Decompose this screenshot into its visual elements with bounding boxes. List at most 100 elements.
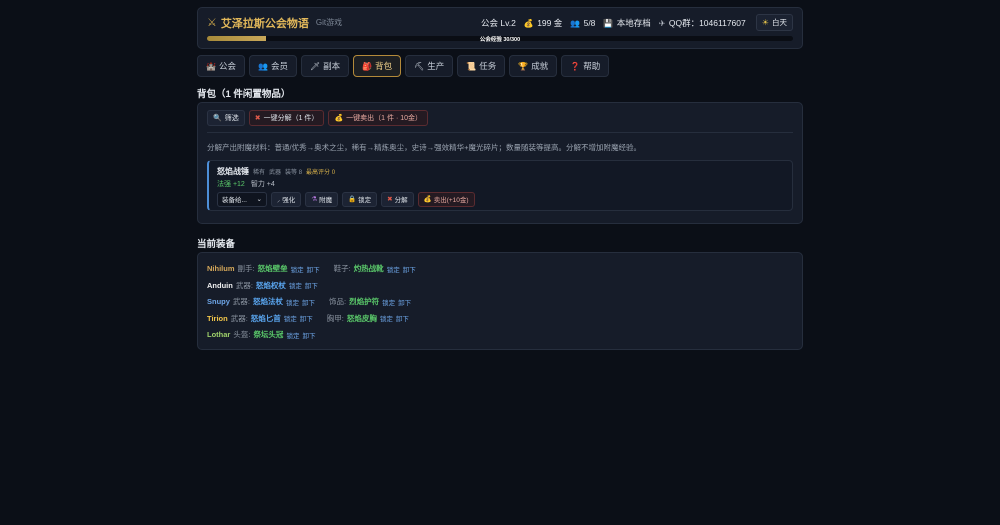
chevron-down-icon: ⌄ bbox=[256, 196, 262, 203]
tab-5[interactable]: 📜 任务 bbox=[457, 55, 506, 77]
equipment-row: Lothar 头盔: 祭坛头冠 锁定 卸下 bbox=[207, 329, 793, 340]
header-stats: 公会 Lv.2 💰 199 金 👥 5/8 💾 本地存档 ✈ QQ群：10461… bbox=[481, 14, 793, 31]
lock-link[interactable]: 锁定 bbox=[284, 313, 297, 323]
character-name[interactable]: Snupy bbox=[207, 297, 230, 306]
equipped-item[interactable]: 灼热战靴 bbox=[354, 263, 384, 274]
unequip-link[interactable]: 卸下 bbox=[398, 297, 411, 307]
item-stat-spellpower: 法强 +12 bbox=[217, 181, 245, 188]
chat-icon: ✈ bbox=[658, 18, 666, 28]
equipped-item[interactable]: 怒焰壁垒 bbox=[258, 263, 288, 274]
character-name[interactable]: Tirion bbox=[207, 314, 228, 323]
gold-display: 💰 199 金 bbox=[523, 17, 563, 28]
tab-3[interactable]: 🎒 背包 bbox=[353, 55, 402, 77]
equip-slot: 胸甲: bbox=[326, 313, 344, 323]
tab-label: 副本 bbox=[323, 61, 341, 71]
crossed-swords-icon: ⚔ bbox=[207, 17, 217, 29]
salvage-button[interactable]: ✖ 分解 bbox=[381, 191, 414, 207]
save-icon: 💾 bbox=[603, 18, 614, 28]
scroll-icon: 📜 bbox=[466, 61, 477, 71]
equipped-item[interactable]: 怒焰匕首 bbox=[251, 313, 281, 324]
game-subtitle: Git游戏 bbox=[315, 18, 343, 27]
item-rarity: 稀有 bbox=[253, 170, 266, 176]
sword-icon: 🗡 bbox=[309, 61, 321, 71]
equipped-item[interactable]: 怒焰法杖 bbox=[253, 296, 283, 307]
equipment-row: Anduin 武器: 怒焰权杖 锁定 卸下 bbox=[207, 280, 793, 291]
salvage-description: 分解产出附魔材料：普通/优秀→奥术之尘，稀有→精炼奥尘，史诗→强效精华+魔光碎片… bbox=[207, 143, 641, 152]
sell-button[interactable]: 💰 卖出(+10金) bbox=[417, 191, 475, 207]
unequip-link[interactable]: 卸下 bbox=[396, 313, 409, 323]
equipment-panel: Nihilum 副手: 怒焰壁垒 锁定 卸下 鞋子: 灼热战靴 锁定 卸下 Anduin 武器: 怒焰… bbox=[197, 252, 803, 350]
filter-button[interactable]: 🔍 筛选 bbox=[207, 110, 245, 126]
day-night-toggle[interactable]: ☀ 白天 bbox=[755, 14, 793, 31]
equipped-item[interactable]: 烈焰护符 bbox=[349, 296, 379, 307]
lock-link[interactable]: 锁定 bbox=[382, 297, 395, 307]
tab-4[interactable]: ⛏ 生产 bbox=[405, 55, 454, 77]
equip-slot: 武器: bbox=[235, 280, 253, 290]
equip-slot: 武器: bbox=[232, 297, 251, 306]
lock-link[interactable]: 锁定 bbox=[291, 264, 304, 274]
unequip-link[interactable]: 卸下 bbox=[403, 264, 416, 274]
item-actions: 装备给... ⌄ ⸝ 强化 ⚗ 附魔 🔒 锁定 ✖ 分解 💰 卖出(+10金) bbox=[217, 191, 784, 207]
tab-label: 公会 bbox=[218, 61, 236, 71]
character-name[interactable]: Lothar bbox=[207, 330, 230, 339]
equipped-item[interactable]: 祭坛头冠 bbox=[253, 329, 283, 340]
tab-7[interactable]: ❓ 帮助 bbox=[561, 55, 610, 77]
lock-link[interactable]: 锁定 bbox=[286, 297, 299, 307]
lock-link[interactable]: 锁定 bbox=[387, 264, 400, 274]
castle-icon: 🏰 bbox=[206, 61, 216, 71]
guild-xp-label: 公会经验 30/300 bbox=[479, 37, 521, 43]
unequip-link[interactable]: 卸下 bbox=[302, 330, 315, 340]
equip-slot: 副手: bbox=[237, 264, 255, 273]
character-name[interactable]: Nihilum bbox=[207, 264, 235, 273]
lock-link[interactable]: 锁定 bbox=[289, 280, 302, 290]
enchant-button[interactable]: ⚗ 附魔 bbox=[305, 191, 339, 207]
equipment-row: Tirion 武器: 怒焰匕首 锁定 卸下 胸甲: 怒焰皮胸 锁定 卸下 bbox=[207, 313, 793, 324]
item-level: 装等 8 bbox=[285, 170, 303, 176]
sell-all-button[interactable]: 💰 一键卖出（1 件 · 10金） bbox=[328, 110, 429, 126]
lock-link[interactable]: 锁定 bbox=[286, 330, 299, 340]
item-stat-intellect: 智力 +4 bbox=[250, 181, 275, 188]
tab-1[interactable]: 👥 会员 bbox=[248, 55, 297, 77]
tab-0[interactable]: 🏰 公会 bbox=[197, 55, 245, 77]
equipped-item[interactable]: 怒焰皮胸 bbox=[347, 313, 377, 324]
equip-slot: 饰品: bbox=[329, 297, 347, 306]
tab-label: 生产 bbox=[427, 61, 445, 71]
pickaxe-icon: ⛏ bbox=[414, 61, 425, 71]
users-icon: 👥 bbox=[570, 18, 581, 28]
trophy-icon: 🏆 bbox=[518, 61, 529, 71]
equipment-row: Nihilum 副手: 怒焰壁垒 锁定 卸下 鞋子: 灼热战靴 锁定 卸下 bbox=[207, 263, 793, 274]
lock-icon: 🔒 bbox=[348, 196, 357, 203]
tab-label: 任务 bbox=[479, 61, 497, 71]
tab-2[interactable]: 🗡 副本 bbox=[300, 55, 350, 77]
qq-group: ✈ QQ群：1046117607 bbox=[658, 17, 746, 28]
bag-panel: 🔍 筛选 ✖ 一键分解（1 件） 💰 一键卖出（1 件 · 10金） 分解产出附魔材料… bbox=[197, 102, 803, 224]
item-name: 怒焰战锤 bbox=[217, 167, 249, 176]
equip-slot: 武器: bbox=[230, 313, 248, 323]
bag-toolbar: 🔍 筛选 ✖ 一键分解（1 件） 💰 一键卖出（1 件 · 10金） bbox=[207, 110, 793, 127]
gold-bag-icon: 💰 bbox=[334, 115, 344, 122]
tab-label: 帮助 bbox=[583, 61, 601, 71]
users-icon: 👥 bbox=[257, 61, 268, 71]
unequip-link[interactable]: 卸下 bbox=[302, 297, 315, 307]
app-container: ⚔ 艾泽拉斯公会物语 Git游戏 公会 Lv.2 💰 199 金 👥 5/8 💾… bbox=[197, 7, 803, 350]
item-score: 最高评分 0 bbox=[306, 170, 336, 176]
item-slot: 武器 bbox=[269, 170, 282, 176]
tab-6[interactable]: 🏆 成就 bbox=[509, 55, 558, 77]
bag-item-card: 怒焰战锤 稀有 武器 装等 8 最高评分 0 法强 +12 智力 +4 装备给.… bbox=[207, 160, 793, 211]
equipped-item[interactable]: 怒焰权杖 bbox=[256, 280, 286, 291]
hammer-icon: ⸝ bbox=[277, 196, 281, 204]
toolbar-divider bbox=[207, 132, 793, 133]
save-status[interactable]: 💾 本地存档 bbox=[603, 17, 650, 29]
lock-link[interactable]: 锁定 bbox=[380, 313, 393, 323]
unequip-link[interactable]: 卸下 bbox=[300, 313, 313, 323]
equip-to-select[interactable]: 装备给... ⌄ bbox=[217, 191, 267, 207]
salvage-all-button[interactable]: ✖ 一键分解（1 件） bbox=[248, 110, 325, 126]
lock-button[interactable]: 🔒 锁定 bbox=[342, 191, 378, 207]
unequip-link[interactable]: 卸下 bbox=[305, 280, 318, 290]
game-title: 艾泽拉斯公会物语 bbox=[220, 17, 309, 30]
tab-label: 成就 bbox=[531, 61, 549, 71]
upgrade-button[interactable]: ⸝ 强化 bbox=[271, 191, 302, 207]
equip-slot: 鞋子: bbox=[333, 264, 351, 273]
unequip-link[interactable]: 卸下 bbox=[307, 264, 320, 274]
character-name[interactable]: Anduin bbox=[207, 281, 233, 290]
